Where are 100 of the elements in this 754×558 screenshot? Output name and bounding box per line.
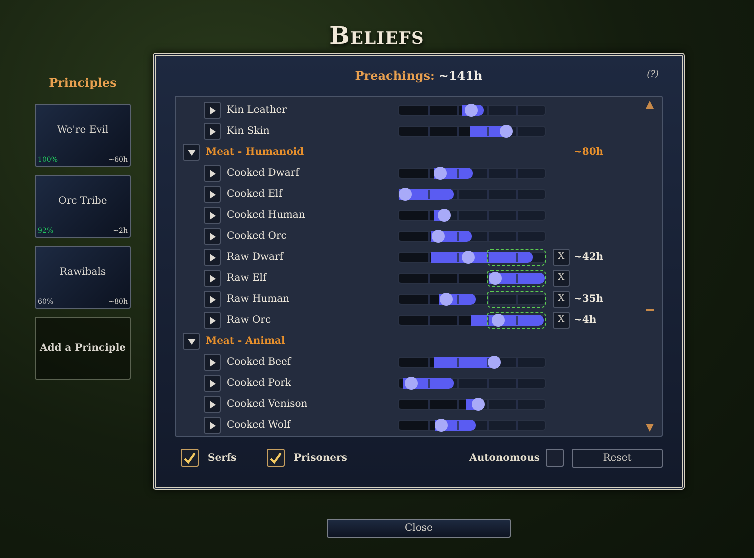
belief-label: Raw Elf [227,272,267,286]
belief-label: Cooked Wolf [227,419,291,433]
help-link[interactable]: (?) [647,69,659,83]
expand-button[interactable] [204,249,221,266]
slider-track[interactable] [398,420,546,431]
slider-track[interactable] [398,168,546,179]
slider-thumb[interactable] [438,209,452,222]
expand-button[interactable] [204,270,221,287]
slider-track[interactable] [398,399,546,410]
clear-button[interactable]: X [553,249,570,266]
expand-button[interactable] [204,165,221,182]
triangle-right-icon [208,128,216,136]
belief-hours: ~42h [574,251,604,265]
triangle-right-icon [208,422,216,430]
checkbox[interactable] [181,449,199,467]
slider-thumb[interactable] [404,377,418,390]
triangle-right-icon [208,106,216,114]
slider-track[interactable] [398,210,546,221]
expand-button[interactable] [204,312,221,329]
slider-thumb[interactable] [489,272,502,285]
checkbox-label: Prisoners [294,452,348,466]
checkbox-label: Serfs [208,452,237,466]
belief-label: Raw Human [227,293,290,307]
belief-label: Cooked Orc [227,230,287,244]
slider-track[interactable] [398,294,546,305]
triangle-down-icon [188,148,196,156]
collapse-button[interactable] [183,144,200,161]
checkbox[interactable] [267,449,285,467]
expand-button[interactable] [204,207,221,224]
clear-button[interactable]: X [553,291,570,308]
category-label: Meat - Humanoid [206,146,304,160]
triangle-right-icon [208,358,216,366]
add-principle-button[interactable]: Add a Principle [35,317,131,380]
checkmark-icon [184,452,196,464]
preachings-value: ~141h [438,68,483,85]
collapse-button[interactable] [183,333,200,350]
triangle-down-icon [188,338,196,346]
slider-track[interactable] [398,357,546,368]
clear-button[interactable]: X [553,312,570,329]
slider-thumb[interactable] [492,314,506,327]
belief-hours: ~4h [574,314,597,328]
slider-track[interactable] [398,189,546,200]
principle-name: Rawibals [60,266,106,280]
preachings-label: Preachings: [355,68,435,85]
slider-thumb[interactable] [500,125,513,138]
slider-thumb[interactable] [472,398,485,411]
triangle-right-icon [208,400,216,408]
slider-thumb[interactable] [434,167,447,180]
checkbox[interactable] [546,449,564,467]
belief-label: Kin Leather [227,104,287,118]
slider-thumb[interactable] [462,251,475,264]
expand-button[interactable] [204,354,221,371]
reset-button[interactable]: Reset [572,448,663,468]
principle-name: We're Evil [57,124,109,138]
expand-button[interactable] [204,396,221,413]
belief-label: Raw Orc [227,314,272,328]
belief-label: Cooked Human [227,209,306,223]
triangle-right-icon [208,190,216,198]
triangle-right-icon [208,212,216,220]
window-title: Beliefs [330,20,424,52]
triangle-right-icon [208,254,216,262]
triangle-right-icon [208,232,216,240]
belief-label: Cooked Venison [227,398,308,412]
expand-button[interactable] [204,228,221,245]
slider-track[interactable] [398,231,546,242]
expand-button[interactable] [204,186,221,203]
belief-label: Cooked Elf [227,188,282,202]
belief-label: Cooked Beef [227,356,292,370]
section-heading: Principles [48,75,118,92]
category-label: Meat - Animal [206,335,286,349]
scroll-up-icon[interactable] [646,101,654,109]
scroll-down-icon[interactable] [646,424,654,432]
slider-thumb[interactable] [464,104,478,117]
triangle-right-icon [208,170,216,178]
clear-button[interactable]: X [553,270,570,287]
slider-track[interactable] [398,378,546,389]
slider-thumb[interactable] [440,293,453,306]
expand-button[interactable] [204,123,221,140]
expand-button[interactable] [204,291,221,308]
category-hours: ~80h [574,146,604,160]
slider-thumb[interactable] [488,356,501,369]
slider-thumb[interactable] [432,230,446,243]
belief-label: Kin Skin [227,125,270,139]
slider-track[interactable] [398,126,546,137]
slider-thumb[interactable] [398,188,412,201]
checkmark-icon [270,452,282,464]
triangle-right-icon [208,316,216,324]
expand-button[interactable] [204,102,221,119]
slider-track[interactable] [398,105,546,116]
belief-label: Cooked Pork [227,377,292,391]
expand-button[interactable] [204,417,221,434]
triangle-right-icon [208,380,216,388]
expand-button[interactable] [204,375,221,392]
belief-label: Cooked Dwarf [227,167,300,181]
principle-name: Orc Tribe [58,195,108,209]
checkbox-label: Autonomous [470,452,540,466]
belief-label: Raw Dwarf [227,251,284,265]
close-button[interactable]: Close [327,519,511,538]
scroll-thumb[interactable] [646,309,654,311]
slider-thumb[interactable] [435,419,448,432]
